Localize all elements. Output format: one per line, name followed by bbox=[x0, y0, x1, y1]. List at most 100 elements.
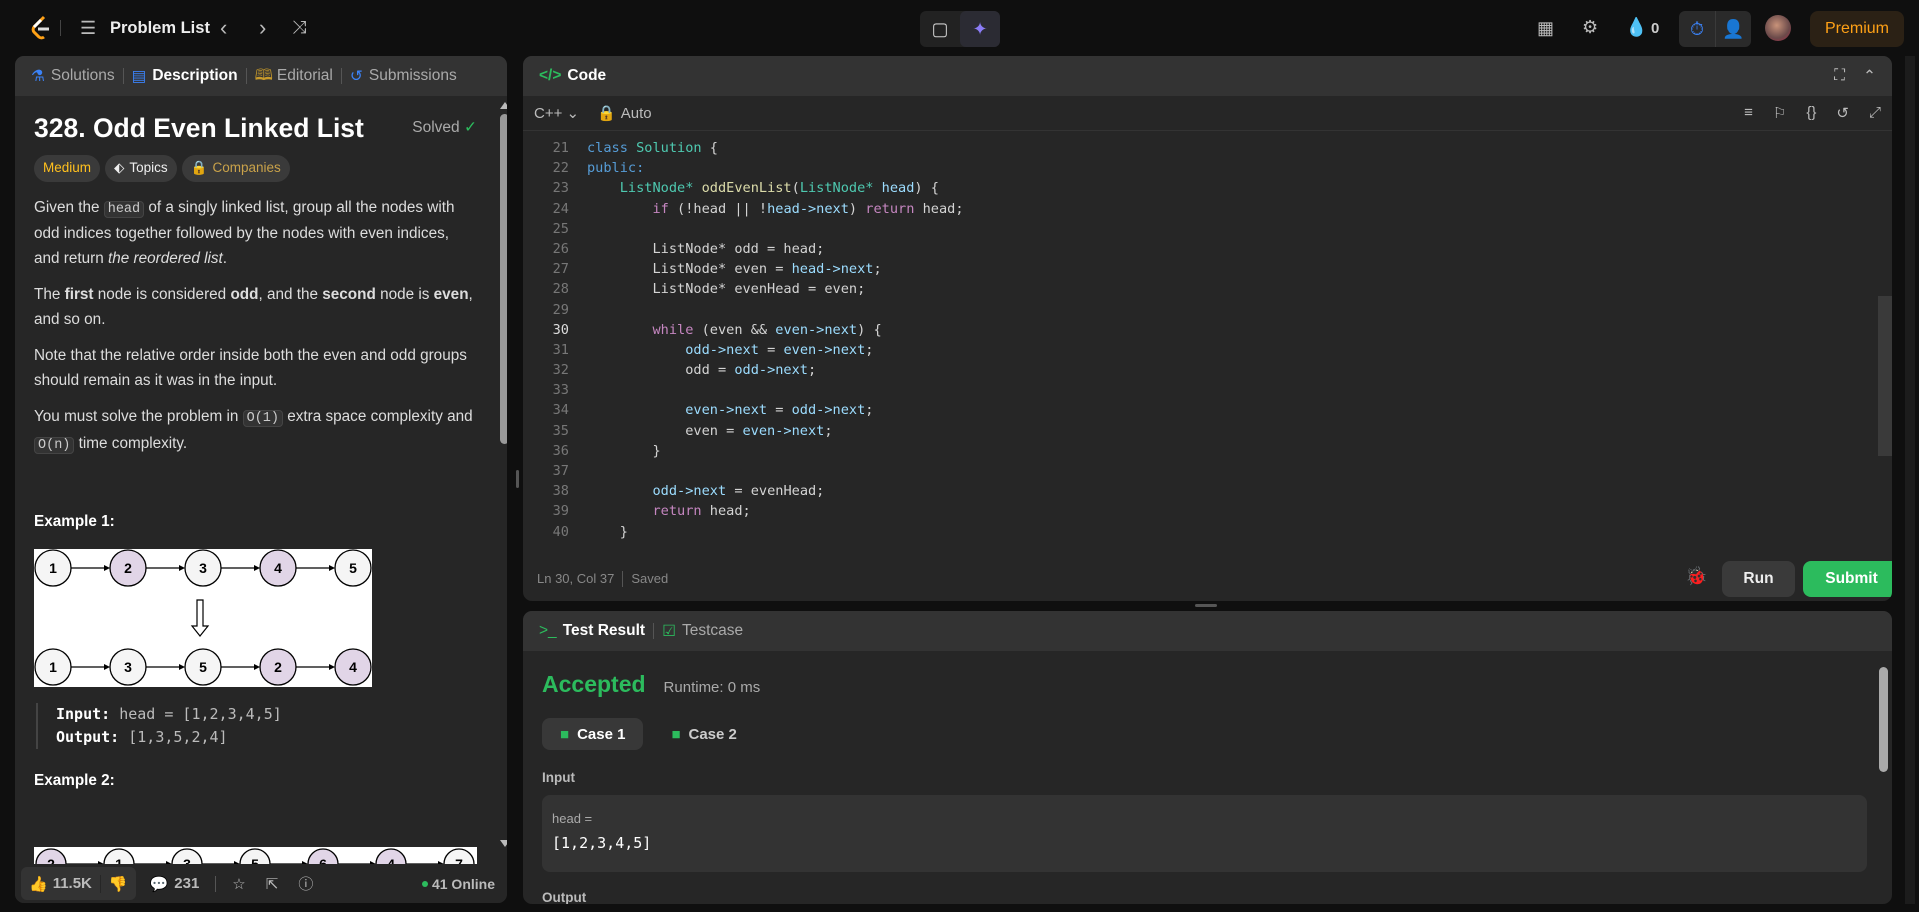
dislike-button[interactable]: 👎 bbox=[101, 875, 136, 893]
scrollbar[interactable] bbox=[500, 102, 507, 847]
line-number: 28 bbox=[552, 281, 569, 298]
comment-icon: 💬 bbox=[149, 875, 169, 893]
bookmark-icon[interactable]: ⚐ bbox=[1773, 104, 1786, 122]
chevron-left-icon[interactable]: ‹ bbox=[220, 15, 227, 41]
ai-sparkle-icon[interactable]: ✦ bbox=[960, 11, 1000, 47]
avatar[interactable] bbox=[1765, 15, 1791, 41]
mode-label[interactable]: Auto bbox=[621, 105, 652, 122]
help-icon[interactable]: ⓘ bbox=[298, 873, 313, 894]
stopwatch-icon[interactable]: ⏱ bbox=[1679, 11, 1715, 47]
result-scrollbar[interactable] bbox=[1879, 657, 1888, 897]
format-icon[interactable]: ≡ bbox=[1744, 104, 1753, 122]
code-line[interactable]: 25 bbox=[523, 219, 1892, 239]
tag-icon: ⬖ bbox=[114, 159, 125, 175]
check-icon: ■ bbox=[560, 725, 570, 743]
topics-tag[interactable]: ⬖ Topics bbox=[105, 154, 177, 182]
code-line[interactable]: 39 return head; bbox=[523, 501, 1892, 521]
thumbs-down-icon: 👎 bbox=[108, 875, 128, 893]
collapse-icon[interactable]: ⌃ bbox=[1863, 67, 1876, 86]
comments-button[interactable]: 💬 231 bbox=[150, 875, 200, 893]
code-line[interactable]: 24 if (!head || !head->next) return head… bbox=[523, 199, 1892, 219]
reset-icon[interactable]: ↺ bbox=[1836, 104, 1849, 122]
braces-icon[interactable]: {} bbox=[1806, 104, 1816, 122]
code-line[interactable]: 31 odd->next = even->next; bbox=[523, 340, 1892, 360]
document-icon: ▤ bbox=[131, 67, 147, 85]
input-box: head = [1,2,3,4,5] bbox=[542, 795, 1867, 872]
line-number: 30 bbox=[552, 321, 569, 338]
code-line[interactable]: 38 odd->next = evenHead; bbox=[523, 481, 1892, 501]
code-editor[interactable]: 21 class Solution {22 public: 23 ListNode* … bbox=[523, 131, 1892, 541]
note-icon[interactable]: ▢ bbox=[920, 11, 960, 47]
tab-solutions[interactable]: Solutions bbox=[51, 67, 115, 85]
checkbox-icon: ☑ bbox=[662, 622, 676, 640]
code-line[interactable]: 32 odd = odd->next; bbox=[523, 360, 1892, 380]
code-line[interactable]: 35 even = even->next; bbox=[523, 421, 1892, 441]
code-line[interactable]: 40 } bbox=[523, 522, 1892, 541]
fullscreen-icon[interactable]: ⛶ bbox=[1834, 67, 1845, 86]
leetcode-logo-icon[interactable] bbox=[30, 15, 52, 41]
page-scrollbar[interactable] bbox=[1905, 56, 1915, 904]
problem-list-link[interactable]: Problem List bbox=[110, 19, 210, 38]
add-user-icon[interactable]: 👤 bbox=[1715, 11, 1751, 47]
terminal-icon: >_ bbox=[539, 622, 557, 639]
arrow-head bbox=[329, 663, 335, 670]
editor-toolbar: C++ ⌄ 🔒 Auto ≡ ⚐ {} ↺ ⤢ bbox=[523, 96, 1892, 131]
chevron-right-icon[interactable]: › bbox=[259, 15, 266, 41]
horizontal-resize-handle[interactable] bbox=[1195, 604, 1217, 607]
submit-button[interactable]: Submit bbox=[1803, 561, 1892, 597]
code-icon: </> bbox=[539, 67, 562, 84]
editor-scrollbar[interactable] bbox=[1878, 296, 1892, 456]
premium-button[interactable]: Premium bbox=[1810, 11, 1904, 47]
code-line[interactable]: 33 bbox=[523, 380, 1892, 400]
node-label: 3 bbox=[199, 560, 207, 576]
check-circle-icon: ✓ bbox=[464, 119, 477, 136]
run-button[interactable]: Run bbox=[1722, 561, 1795, 597]
code-line[interactable]: 30 while (even && even->next) { bbox=[523, 320, 1892, 340]
node-label: 5 bbox=[199, 659, 207, 675]
code-line[interactable]: 26 ListNode* odd = head; bbox=[523, 239, 1892, 259]
line-number: 37 bbox=[552, 463, 569, 479]
tab-editorial[interactable]: Editorial bbox=[277, 67, 333, 85]
tab-description[interactable]: Description bbox=[152, 67, 237, 85]
code-line[interactable]: 34 even->next = odd->next; bbox=[523, 400, 1892, 420]
tab-submissions[interactable]: Submissions bbox=[369, 67, 457, 85]
code-header: </> Code ⛶ ⌃ bbox=[523, 56, 1892, 96]
case-2-tab[interactable]: ■ Case 2 bbox=[653, 718, 754, 750]
line-number: 29 bbox=[552, 301, 569, 318]
cursor-position: Ln 30, Col 37 bbox=[537, 571, 615, 586]
case-1-tab[interactable]: ■ Case 1 bbox=[542, 718, 644, 750]
tab-test-result[interactable]: Test Result bbox=[563, 622, 645, 640]
node-label: 4 bbox=[274, 560, 282, 576]
code-line[interactable]: 27 ListNode* even = head->next; bbox=[523, 259, 1892, 279]
code-line[interactable]: 23 ListNode* oddEvenList(ListNode* head)… bbox=[523, 178, 1892, 198]
vertical-resize-handle[interactable] bbox=[516, 470, 519, 488]
settings-gear-icon[interactable]: ⚙ bbox=[1582, 17, 1598, 38]
layout-grid-icon[interactable]: ▦ bbox=[1537, 18, 1554, 39]
list-icon[interactable]: ☰ bbox=[80, 18, 96, 39]
example-2-title: Example 2: bbox=[34, 771, 115, 789]
solved-status: Solved ✓ bbox=[412, 116, 477, 141]
code-line[interactable]: 29 bbox=[523, 300, 1892, 320]
solved-label: Solved bbox=[412, 119, 460, 136]
book-icon: 🕮 bbox=[254, 66, 273, 84]
problem-title: 328. Odd Even Linked List bbox=[34, 113, 364, 143]
arrow-head bbox=[329, 564, 335, 571]
share-icon[interactable]: ⇱ bbox=[266, 875, 279, 893]
companies-tag[interactable]: 🔒 Companies bbox=[181, 154, 290, 182]
language-select[interactable]: C++ ⌄ bbox=[534, 104, 579, 122]
streak-flame-icon[interactable]: 💧 bbox=[1625, 17, 1647, 38]
example-1-diagram: 1 2 3 4 5 1 3 5 2 4 bbox=[34, 548, 372, 687]
code-line[interactable]: 21 class Solution { bbox=[523, 138, 1892, 158]
verdict: Accepted bbox=[542, 671, 646, 697]
code-line[interactable]: 22 public: bbox=[523, 158, 1892, 178]
arrow-head bbox=[254, 663, 260, 670]
code-line[interactable]: 37 bbox=[523, 461, 1892, 481]
code-line[interactable]: 28 ListNode* evenHead = even; bbox=[523, 279, 1892, 299]
like-button[interactable]: 👍 11.5K bbox=[21, 874, 101, 893]
debugger-locked-icon[interactable]: 🐞 bbox=[1685, 566, 1707, 587]
star-icon[interactable]: ☆ bbox=[232, 875, 245, 893]
code-line[interactable]: 36 } bbox=[523, 441, 1892, 461]
shuffle-icon[interactable]: ⤨ bbox=[292, 17, 306, 38]
tab-testcase[interactable]: Testcase bbox=[682, 622, 743, 640]
expand-icon[interactable]: ⤢ bbox=[1869, 104, 1881, 122]
